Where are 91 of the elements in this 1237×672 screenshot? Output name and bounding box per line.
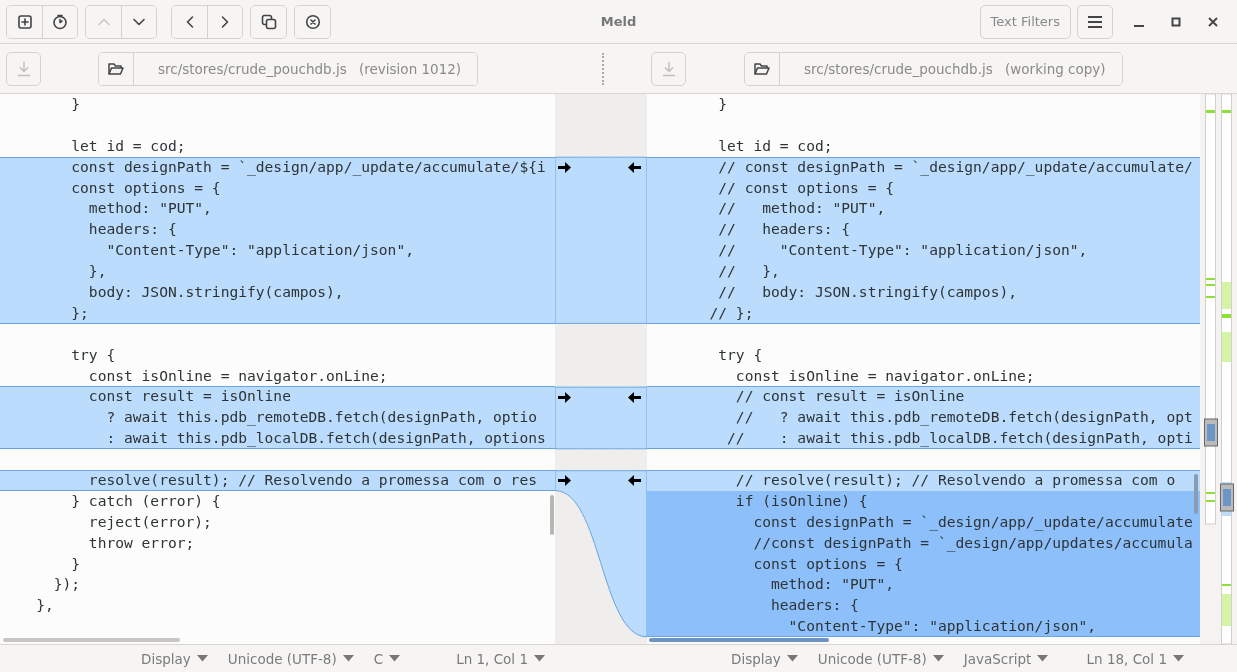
code-line: try {: [717, 344, 763, 365]
code-line: // headers: {: [717, 219, 851, 240]
code-line: try {: [70, 344, 116, 365]
code-line: const isOnline = navigator.onLine;: [87, 365, 388, 386]
code-line: body: JSON.stringify(campos),: [87, 282, 344, 302]
open-file-button[interactable]: [745, 52, 780, 85]
window-title: Meld: [599, 14, 638, 29]
code-line: const isOnline = navigator.onLine;: [734, 365, 1035, 386]
close-icon: [1208, 16, 1218, 27]
menu-icon: [1087, 14, 1103, 29]
language-dropdown[interactable]: C: [373, 650, 401, 667]
cursor-position-dropdown[interactable]: Ln 1, Col 1: [456, 650, 545, 667]
code-line: let id = cod;: [70, 135, 186, 156]
arrow-left-icon[interactable]: [628, 161, 641, 173]
display-dropdown[interactable]: Display: [731, 650, 798, 667]
code-line: "Content-Type": "application/json",: [787, 616, 1097, 637]
code-line: // method: "PUT",: [717, 198, 886, 219]
scrollbar-thumb[interactable]: [3, 638, 180, 642]
code-line: headers: {: [87, 219, 177, 240]
arrow-right-icon[interactable]: [558, 475, 571, 487]
maximize-icon: [1171, 16, 1181, 27]
code-line: const designPath = `_design/app/_update/accumulate: [752, 511, 1193, 533]
code-line: // const result = isOnline: [734, 386, 965, 407]
caret-icon: [786, 655, 798, 662]
code-line: // const designPath = `_design/app/_update/accumulate/: [717, 156, 1193, 178]
code-line: const designPath = `_design/app/_update/accumulate/${i: [70, 156, 546, 178]
code-line: throw error;: [87, 532, 195, 553]
code-line: // "Content-Type": "application/json",: [717, 240, 1088, 261]
encoding-dropdown[interactable]: Unicode (UTF-8): [817, 650, 944, 667]
caret-icon: [534, 655, 545, 662]
code-line: // ? await this.pdb_remoteDB.fetch(designPath, opt: [734, 407, 1193, 428]
caret-icon: [1037, 655, 1049, 662]
scrollbar-thumb[interactable]: [550, 495, 554, 535]
scrollbar-thumb[interactable]: [1194, 474, 1198, 514]
minimize-icon: [1134, 24, 1144, 27]
caret-icon: [342, 655, 354, 662]
code-line: //const designPath = `_design/app/updates/accumula: [752, 532, 1193, 554]
code-line: method: "PUT",: [87, 198, 212, 219]
folder-icon: [754, 61, 770, 76]
code-line: "Content-Type": "application/json",: [105, 240, 414, 261]
code-line: // resolve(result); // Resolvendo a promessa com o: [734, 470, 1176, 491]
code-line: let id = cod;: [717, 135, 833, 156]
code-line: resolve(result); // Resolvendo a promessa com o res: [87, 470, 537, 491]
caret-icon: [1173, 655, 1184, 662]
code-line: // },: [717, 261, 780, 282]
code-line: const options = {: [752, 553, 903, 574]
language-dropdown[interactable]: JavaScript: [963, 650, 1049, 667]
arrow-left-icon[interactable]: [628, 475, 641, 487]
caret-icon: [389, 655, 401, 662]
code-line: : await this.pdb_localDB.fetch(designPath, options: [105, 428, 546, 449]
code-line: method: "PUT",: [770, 574, 894, 595]
code-line: headers: {: [770, 595, 859, 616]
encoding-dropdown[interactable]: Unicode (UTF-8): [227, 650, 354, 667]
copy-button[interactable]: [251, 5, 286, 38]
download-icon: [16, 60, 31, 77]
cursor-position-dropdown[interactable]: Ln 18, Col 1: [1086, 650, 1184, 667]
download-icon: [661, 60, 676, 77]
code-line: };: [70, 302, 89, 323]
code-line: // body: JSON.stringify(campos),: [717, 282, 1018, 302]
code-line: reject(error);: [87, 511, 212, 532]
code-line: });: [52, 574, 81, 595]
code-line: // };: [708, 302, 754, 323]
code-line: },: [35, 595, 54, 616]
code-line: }: [717, 94, 728, 114]
caret-icon: [932, 655, 944, 662]
display-dropdown[interactable]: Display: [141, 650, 208, 667]
code-line: }: [70, 94, 81, 114]
code-line: ? await this.pdb_remoteDB.fetch(designPath, optio: [105, 407, 537, 428]
code-line: // : await this.pdb_localDB.fetch(designPath, opti: [726, 428, 1193, 449]
copy-icon: [260, 13, 277, 30]
code-line: if (isOnline) {: [734, 490, 868, 511]
open-file-button[interactable]: [99, 52, 134, 85]
code-line: },: [87, 261, 107, 282]
code-line: } catch (error) {: [70, 490, 221, 511]
code-line: const options = {: [70, 177, 221, 198]
close-circle-icon: [304, 13, 321, 30]
stop-button[interactable]: [295, 5, 330, 38]
clock-icon: [52, 13, 68, 30]
recent-button[interactable]: [42, 5, 77, 38]
code-line: // const options = {: [717, 177, 894, 198]
arrow-right-icon[interactable]: [558, 161, 571, 173]
scrollbar-thumb[interactable]: [649, 638, 829, 642]
code-line: const result = isOnline: [87, 386, 291, 407]
plus-icon: [16, 13, 33, 30]
arrow-left-icon[interactable]: [628, 391, 641, 403]
caret-icon: [196, 655, 208, 662]
text-filters-button[interactable]: Text Filters: [979, 4, 1071, 39]
code-line: }: [70, 553, 81, 574]
arrow-right-icon[interactable]: [558, 391, 571, 403]
menu-button[interactable]: [1077, 4, 1113, 39]
folder-icon: [108, 61, 124, 76]
